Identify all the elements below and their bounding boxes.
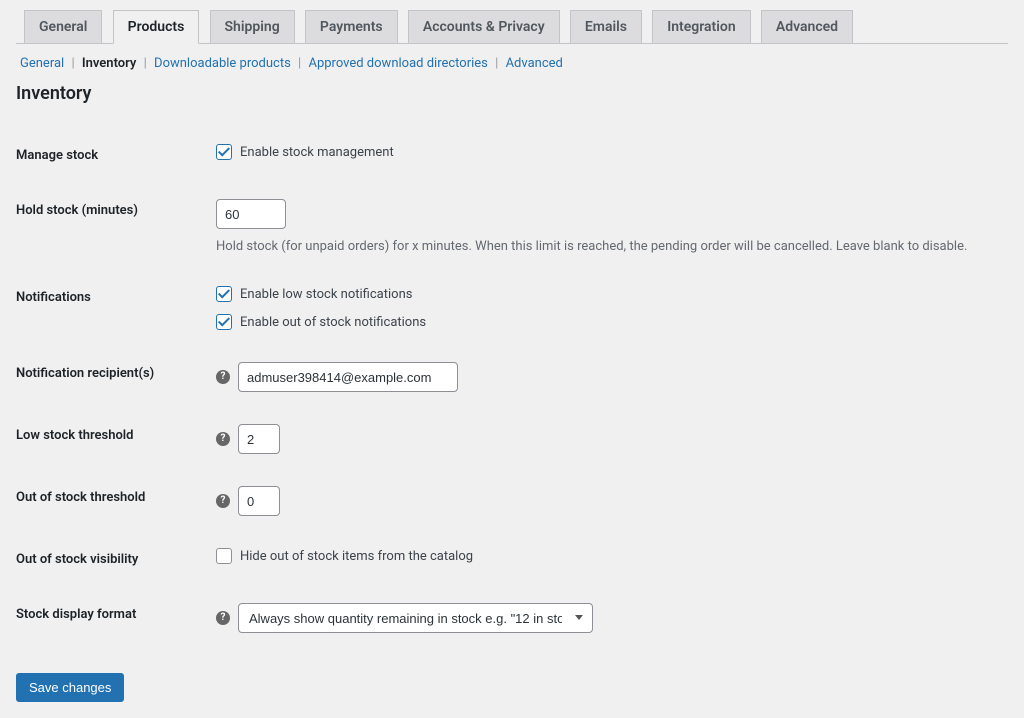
- subnav-general[interactable]: General: [20, 56, 64, 71]
- subnav-downloadable[interactable]: Downloadable products: [154, 56, 291, 71]
- low-stock-notification-checkbox[interactable]: [216, 286, 232, 302]
- tab-products[interactable]: Products: [113, 10, 200, 44]
- low-stock-threshold-input[interactable]: [238, 424, 280, 454]
- subnav-separator: |: [495, 56, 498, 71]
- tab-emails[interactable]: Emails: [570, 10, 642, 43]
- products-subnav: General | Inventory | Downloadable produ…: [20, 56, 1008, 71]
- manage-stock-label: Manage stock: [16, 128, 216, 183]
- subnav-separator: |: [71, 56, 74, 71]
- low-stock-notification-label: Enable low stock notifications: [240, 287, 412, 302]
- manage-stock-checkbox-label: Enable stock management: [240, 145, 394, 160]
- tab-advanced[interactable]: Advanced: [761, 10, 853, 43]
- tab-integration[interactable]: Integration: [652, 10, 750, 43]
- tab-general[interactable]: General: [24, 10, 102, 43]
- subnav-separator: |: [298, 56, 301, 71]
- hide-out-of-stock-checkbox[interactable]: [216, 548, 232, 564]
- help-icon[interactable]: ?: [216, 611, 230, 625]
- out-of-stock-notification-checkbox[interactable]: [216, 314, 232, 330]
- visibility-label: Out of stock visibility: [16, 532, 216, 587]
- low-threshold-label: Low stock threshold: [16, 408, 216, 470]
- subnav-advanced[interactable]: Advanced: [506, 56, 563, 71]
- tab-shipping[interactable]: Shipping: [210, 10, 295, 43]
- notifications-label: Notifications: [16, 270, 216, 346]
- hold-stock-description: Hold stock (for unpaid orders) for x min…: [216, 239, 998, 254]
- out-of-stock-notification-label: Enable out of stock notifications: [240, 315, 426, 330]
- help-icon[interactable]: ?: [216, 494, 230, 508]
- stock-display-format-select-wrap: Always show quantity remaining in stock …: [238, 603, 593, 633]
- out-of-stock-threshold-input[interactable]: [238, 486, 280, 516]
- subnav-approved-directories[interactable]: Approved download directories: [308, 56, 487, 71]
- settings-tabs: General Products Shipping Payments Accou…: [16, 0, 1008, 44]
- low-stock-notification-field[interactable]: Enable low stock notifications: [216, 286, 998, 302]
- help-icon[interactable]: ?: [216, 432, 230, 446]
- hold-stock-input[interactable]: [216, 199, 286, 229]
- recipient-label: Notification recipient(s): [16, 346, 216, 408]
- stock-display-format-select[interactable]: Always show quantity remaining in stock …: [238, 603, 593, 633]
- page-title: Inventory: [16, 83, 1008, 104]
- tab-payments[interactable]: Payments: [305, 10, 398, 43]
- hold-stock-label: Hold stock (minutes): [16, 183, 216, 270]
- manage-stock-checkbox[interactable]: [216, 144, 232, 160]
- save-changes-button[interactable]: Save changes: [16, 673, 124, 702]
- out-threshold-label: Out of stock threshold: [16, 470, 216, 532]
- tab-accounts-privacy[interactable]: Accounts & Privacy: [408, 10, 560, 43]
- out-of-stock-notification-field[interactable]: Enable out of stock notifications: [216, 314, 998, 330]
- subnav-inventory: Inventory: [82, 56, 137, 71]
- notification-recipient-input[interactable]: [238, 362, 458, 392]
- inventory-settings-form: Manage stock Enable stock management Hol…: [16, 128, 1008, 649]
- display-format-label: Stock display format: [16, 587, 216, 649]
- subnav-separator: |: [144, 56, 147, 71]
- manage-stock-field[interactable]: Enable stock management: [216, 144, 394, 160]
- visibility-field[interactable]: Hide out of stock items from the catalog: [216, 548, 473, 564]
- help-icon[interactable]: ?: [216, 370, 230, 384]
- visibility-checkbox-label: Hide out of stock items from the catalog: [240, 549, 473, 564]
